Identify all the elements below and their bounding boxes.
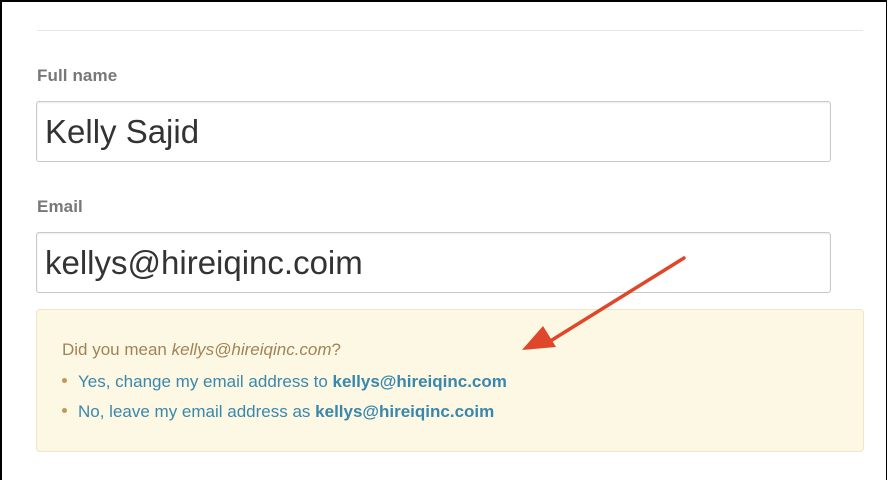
reject-suggestion-link[interactable]: No, leave my email address as kellys@hir… <box>62 402 494 422</box>
top-divider <box>37 30 863 31</box>
bullet-icon <box>62 408 67 414</box>
reject-suggestion-email: kellys@hireiqinc.coim <box>315 402 495 421</box>
full-name-input[interactable] <box>36 101 831 162</box>
suggested-email: kellys@hireiqinc.com <box>171 340 332 359</box>
suggestion-question-suffix: ? <box>331 340 342 359</box>
email-input[interactable] <box>36 232 831 293</box>
email-label: Email <box>37 197 83 216</box>
accept-suggestion-link[interactable]: Yes, change my email address to kellys@h… <box>62 372 507 392</box>
email-suggestion-box: Did you mean kellys@hireiqinc.com? Yes, … <box>36 309 864 452</box>
accept-suggestion-email: kellys@hireiqinc.com <box>332 372 507 391</box>
accept-suggestion-text: Yes, change my email address to <box>78 372 333 391</box>
suggestion-question: Did you mean kellys@hireiqinc.com? <box>62 340 341 360</box>
bullet-icon <box>62 378 67 384</box>
suggestion-question-prefix: Did you mean <box>62 340 172 359</box>
full-name-label: Full name <box>37 66 118 85</box>
reject-suggestion-text: No, leave my email address as <box>78 402 316 421</box>
